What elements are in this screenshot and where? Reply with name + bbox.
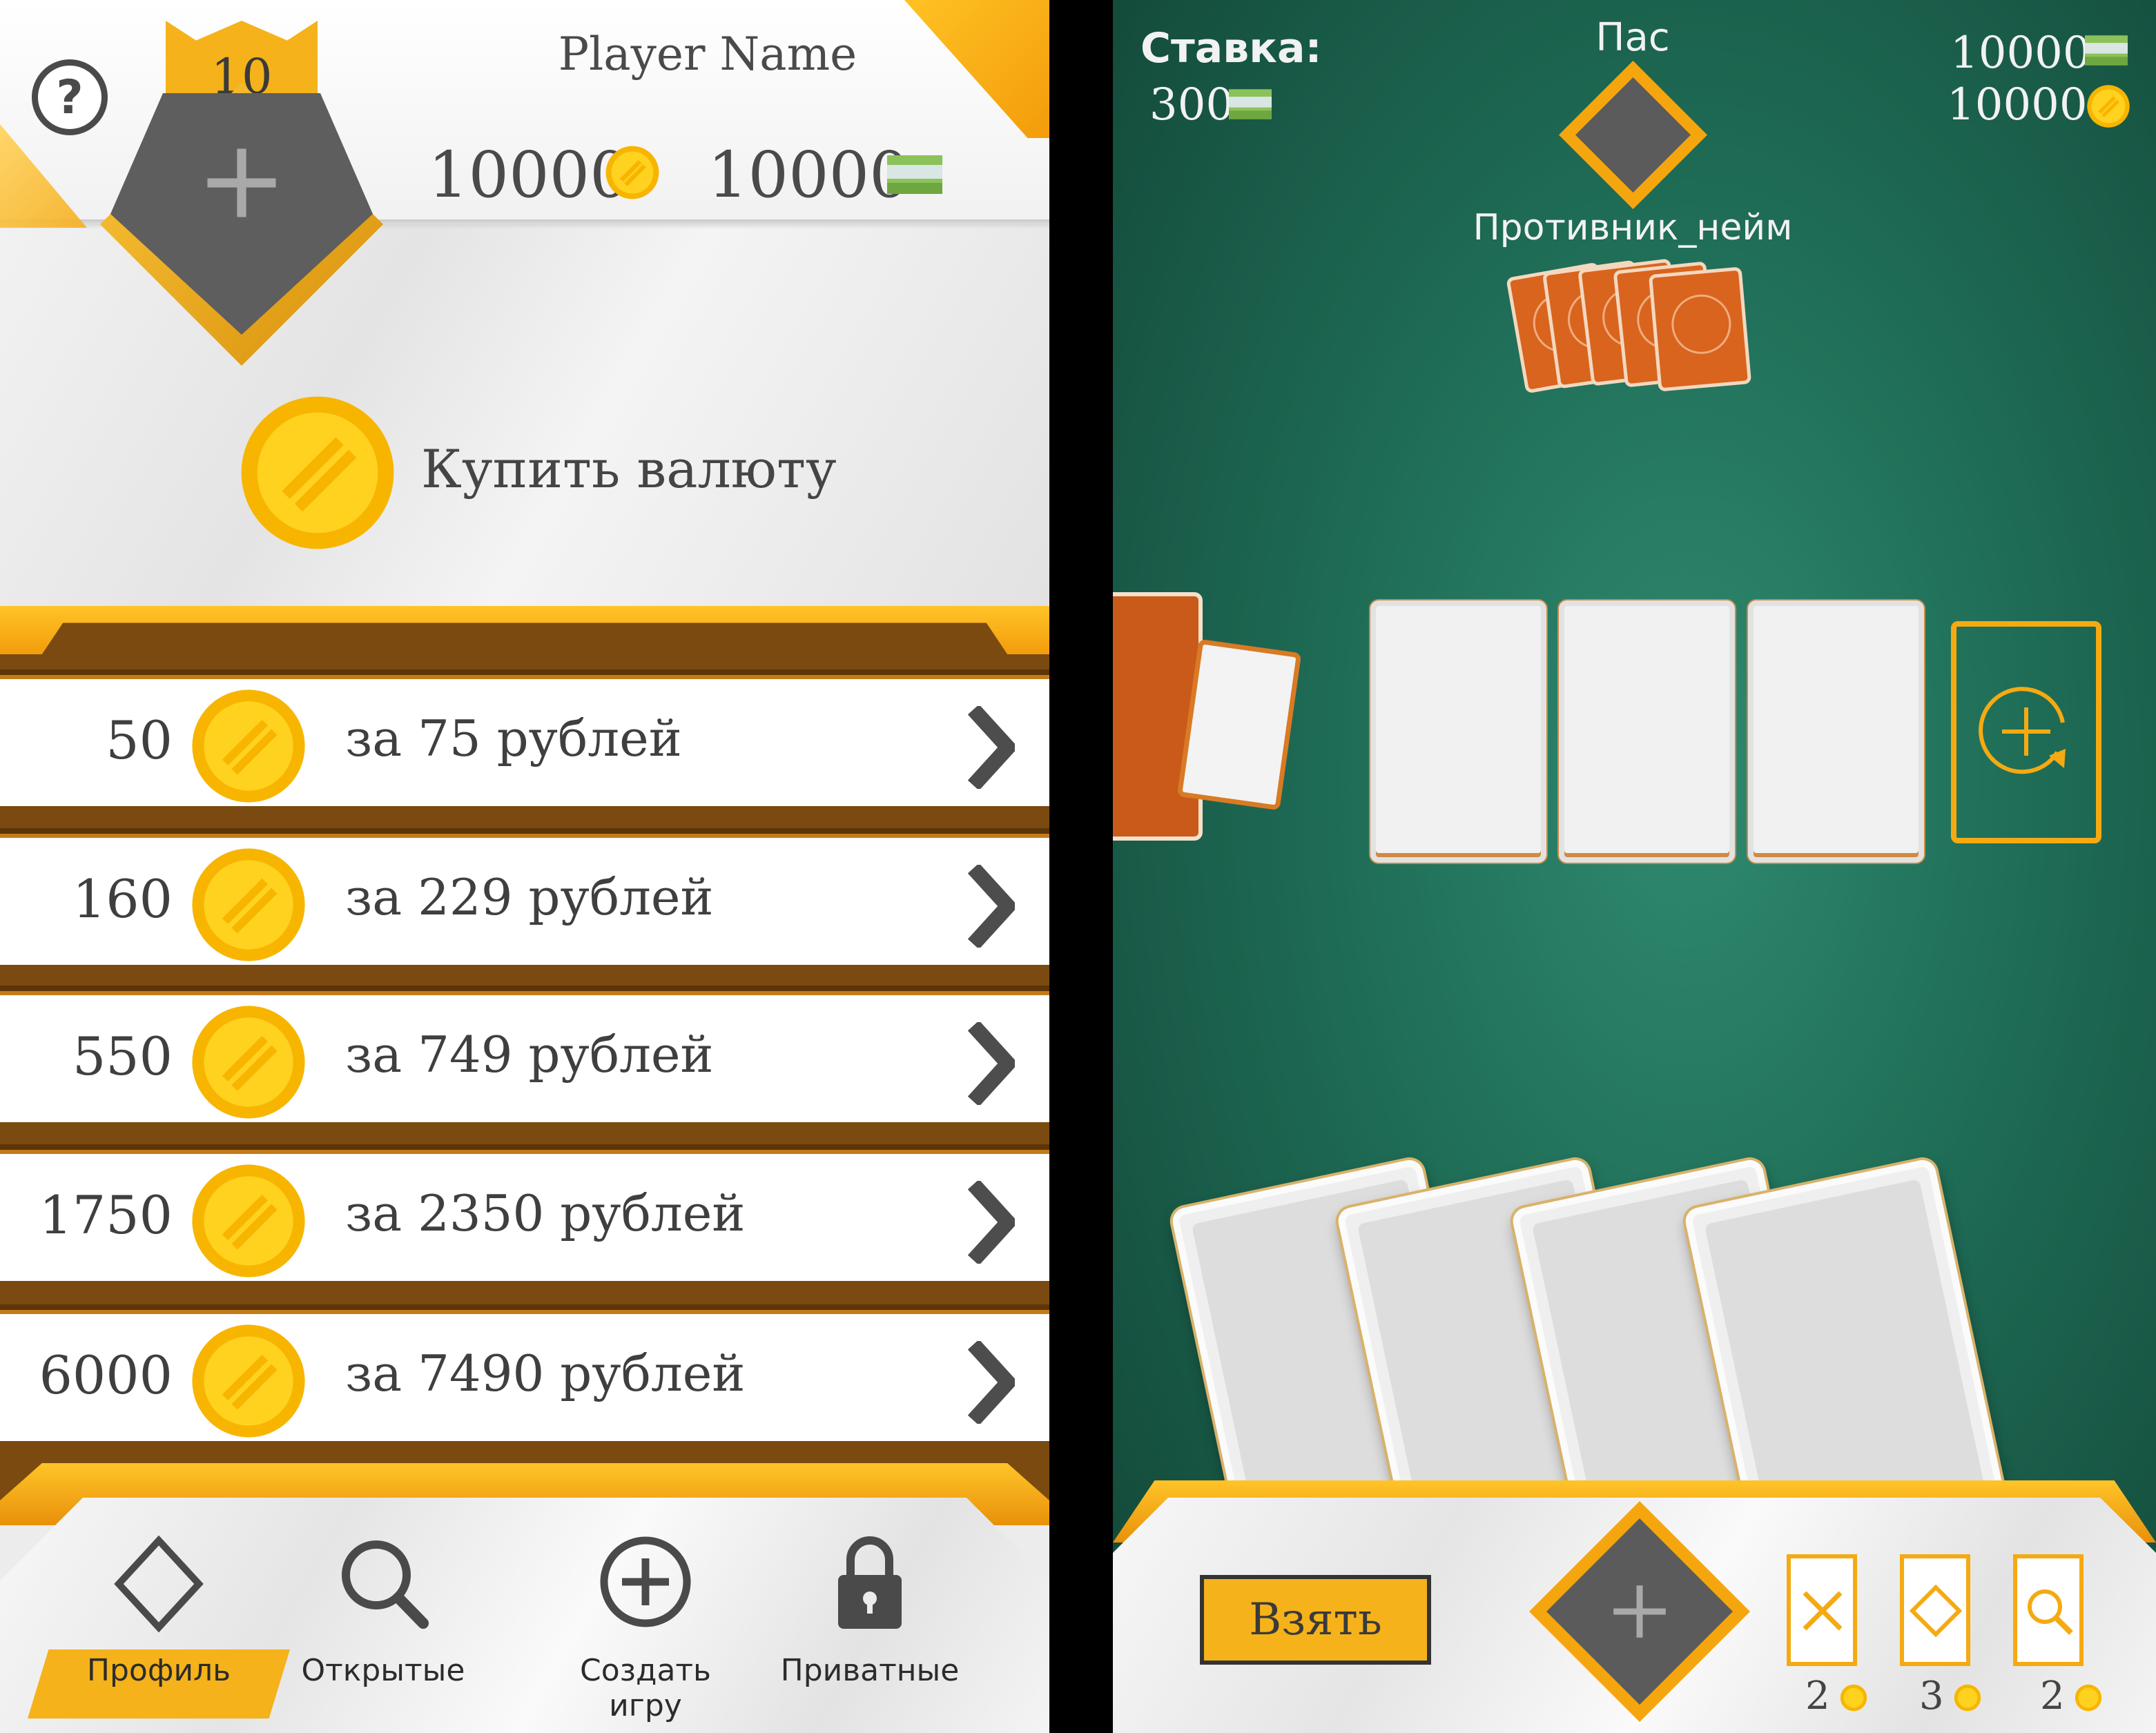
coin-icon <box>605 146 659 199</box>
cash-balance: 10000 <box>708 138 910 212</box>
coin-icon <box>192 1006 305 1119</box>
nav-tab-label: Приватные <box>780 1653 960 1688</box>
powerup-count: 3 <box>1919 1674 1944 1719</box>
powerup-cross[interactable] <box>1787 1554 1857 1666</box>
chevron-right-icon[interactable] <box>967 1341 1015 1424</box>
offer-price: за 749 рублей <box>345 1026 714 1084</box>
cross-icon <box>1803 1591 1843 1631</box>
offer-price: за 75 рублей <box>345 709 682 767</box>
coin-balance: 10000 <box>428 138 630 212</box>
opponent-card <box>1648 266 1752 392</box>
diamond-icon <box>114 1535 204 1633</box>
offer-amount: 1750 <box>39 1184 173 1246</box>
offer-row[interactable]: 160 за 229 рублей <box>0 828 1049 965</box>
coin-icon <box>192 1324 305 1438</box>
powerup-count: 2 <box>1805 1674 1830 1719</box>
add-card-icon[interactable] <box>1974 680 2078 783</box>
chevron-right-icon[interactable] <box>967 865 1015 948</box>
nav-tab-private[interactable]: Приватные <box>766 1532 973 1725</box>
coin-icon <box>192 1164 305 1277</box>
offer-amount: 160 <box>72 868 173 930</box>
nav-tab-create-game[interactable]: Создать игру <box>542 1532 749 1725</box>
search-icon <box>2028 1589 2073 1635</box>
chevron-right-icon[interactable] <box>967 1181 1015 1264</box>
coin-icon <box>2075 1684 2102 1712</box>
powerup-search[interactable] <box>2013 1554 2084 1666</box>
banknote-icon <box>1229 89 1272 119</box>
coin-icon <box>2087 85 2130 128</box>
search-icon <box>342 1540 429 1629</box>
powerup-diamond[interactable] <box>1900 1554 1970 1666</box>
opponent-name: Противник_нейм <box>1473 207 1793 248</box>
add-avatar-icon[interactable] <box>204 145 280 221</box>
coin-icon <box>1840 1684 1867 1712</box>
banknote-icon <box>887 155 942 194</box>
trump-card <box>1176 638 1302 811</box>
take-button[interactable]: Взять <box>1200 1575 1431 1665</box>
plus-circle-icon <box>600 1536 691 1627</box>
bet-label: Ставка: <box>1140 24 1322 72</box>
lock-icon <box>838 1536 902 1629</box>
buy-currency-coin-icon[interactable] <box>238 393 397 552</box>
offer-row[interactable]: 550 за 749 рублей <box>0 986 1049 1122</box>
offer-row[interactable]: 6000 за 7490 рублей <box>0 1304 1049 1441</box>
chevron-right-icon[interactable] <box>967 1022 1015 1105</box>
table-card-slot[interactable] <box>1748 600 1924 863</box>
nav-tab-label: Открытые <box>301 1653 465 1688</box>
player-name: Player Name <box>558 28 857 81</box>
bet-value: 300 <box>1149 79 1234 130</box>
chevron-right-icon[interactable] <box>967 706 1015 789</box>
banknote-icon <box>2085 35 2128 66</box>
coin-icon <box>1954 1684 1981 1712</box>
powerup-count: 2 <box>2040 1674 2065 1719</box>
offer-amount: 50 <box>106 709 173 771</box>
offer-row[interactable]: 1750 за 2350 рублей <box>0 1144 1049 1281</box>
opponent-status: Пас <box>1595 15 1670 60</box>
player-cash: 10000 <box>1950 28 2091 79</box>
offer-amount: 6000 <box>39 1344 173 1406</box>
diamond-icon <box>1910 1585 1962 1637</box>
question-icon: ? <box>56 70 84 125</box>
shop-screen: ? 10 Player Name 10000 10000 Купить валю… <box>0 0 1049 1733</box>
coin-icon <box>192 848 305 961</box>
add-avatar-icon[interactable] <box>1609 1580 1671 1643</box>
nav-tab-profile[interactable]: Профиль <box>55 1532 262 1725</box>
offer-row[interactable]: 50 за 75 рублей <box>0 669 1049 806</box>
buy-currency-label[interactable]: Купить валюту <box>421 438 837 500</box>
offer-price: за 7490 рублей <box>345 1344 746 1402</box>
offer-price: за 2350 рублей <box>345 1184 746 1242</box>
help-button[interactable]: ? <box>32 59 108 135</box>
offer-price: за 229 рублей <box>345 868 714 926</box>
nav-tab-label: Профиль <box>86 1653 231 1688</box>
table-card-slot[interactable] <box>1370 600 1546 863</box>
coin-icon <box>192 689 305 803</box>
nav-tab-open[interactable]: Открытые <box>280 1532 487 1725</box>
offer-amount: 550 <box>72 1026 173 1087</box>
player-coins: 10000 <box>1947 79 2088 130</box>
table-card-slot[interactable] <box>1559 600 1735 863</box>
nav-tab-label: Создать игру <box>580 1653 711 1723</box>
